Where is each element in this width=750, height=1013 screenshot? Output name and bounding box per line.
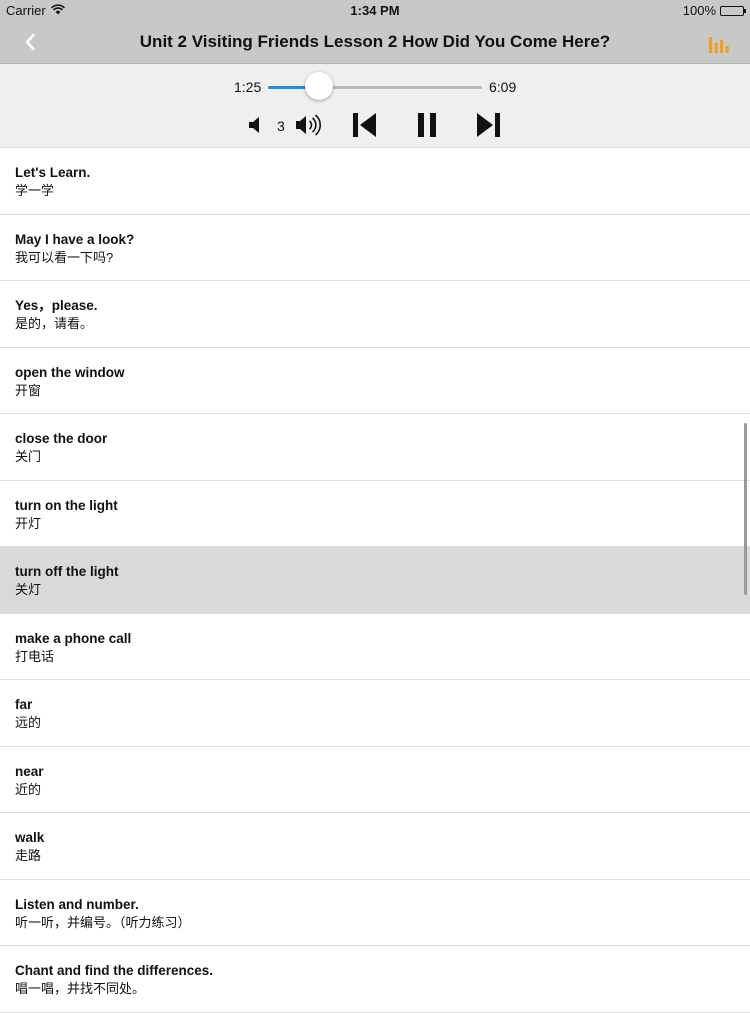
list-item[interactable]: Yes，please. 是的，请看。 [0,281,750,348]
scrollbar[interactable] [744,423,747,595]
skip-next-icon [477,113,500,137]
item-english: open the window [15,364,125,380]
item-english: far [15,697,33,712]
item-english: make a phone call [15,630,132,646]
item-chinese: 远的 [15,715,42,730]
item-english: turn on the light [15,497,118,513]
battery-icon [720,5,746,16]
pause-icon [418,113,436,137]
battery-group: 100% [682,3,746,18]
page-title: Unit 2 Visiting Friends Lesson 2 How Did… [139,32,611,51]
audio-player: 1:25 6:09 3 [0,64,750,148]
current-time: 1:25 [234,79,262,95]
total-time: 6:09 [489,79,517,95]
battery-percent: 100% [682,3,716,18]
item-chinese: 是的，请看。 [15,316,94,331]
item-chinese: 开灯 [15,515,42,531]
item-english: turn off the light [15,564,119,579]
progress-slider[interactable] [268,86,482,89]
list-item[interactable]: Chant and find the differences. 唱一唱，并找不同… [0,946,750,1013]
list-item[interactable]: turn off the light 关灯 [0,547,750,614]
item-english: Listen and number. [15,896,139,912]
volume-up-button[interactable] [295,112,325,143]
list-item[interactable]: turn on the light 开灯 [0,480,750,547]
list-item[interactable]: near 近的 [0,746,750,813]
previous-track-button[interactable] [352,112,378,143]
list-item[interactable]: make a phone call 打电话 [0,613,750,680]
item-chinese: 关灯 [15,582,42,597]
volume-low-icon [249,117,259,133]
item-english: Let's Learn. [15,165,91,180]
volume-down-button[interactable] [248,115,264,140]
item-chinese: 走路 [15,848,42,863]
volume-high-icon [296,114,321,136]
volume-level: 3 [277,118,285,134]
list-item[interactable]: far 远的 [0,680,750,747]
item-english: near [15,763,44,779]
list-item[interactable]: Let's Learn. 学一学 [0,148,750,215]
item-chinese: 我可以看一下吗? [15,249,114,265]
item-chinese: 开窗 [15,382,42,398]
item-chinese: 近的 [15,781,42,797]
next-track-button[interactable] [475,112,501,143]
skip-previous-icon [353,113,376,137]
list-item[interactable]: Listen and number. 听一听，并编号。（听力练习） [0,879,750,946]
item-english: May I have a look? [15,231,135,247]
item-english: Yes，please. [15,298,98,313]
item-english: Chant and find the differences. [15,963,214,978]
list-item[interactable]: May I have a look? 我可以看一下吗? [0,214,750,281]
lesson-list: Let's Learn. 学一学 May I have a look? 我可以看… [0,148,750,1013]
status-bar: Carrier 1:34 PM 100% [0,0,750,20]
list-item[interactable]: close the door 关门 [0,414,750,481]
equalizer-button[interactable] [708,34,732,54]
item-chinese: 唱一唱，并找不同处。 [15,981,146,996]
status-time: 1:34 PM [350,3,400,18]
progress-thumb[interactable] [305,72,334,100]
item-chinese: 关门 [15,449,42,464]
playback-controls: 3 [0,110,750,140]
item-chinese: 听一听，并编号。（听力练习） [15,914,191,930]
equalizer-icon [709,37,729,53]
item-chinese: 学一学 [15,183,55,198]
list-item[interactable]: open the window 开窗 [0,347,750,414]
item-english: walk [15,830,45,845]
item-english: close the door [15,431,108,446]
list-item[interactable]: walk 走路 [0,813,750,880]
pause-button[interactable] [417,112,437,143]
item-chinese: 打电话 [15,648,55,664]
navigation-bar: Unit 2 Visiting Friends Lesson 2 How Did… [0,20,750,64]
